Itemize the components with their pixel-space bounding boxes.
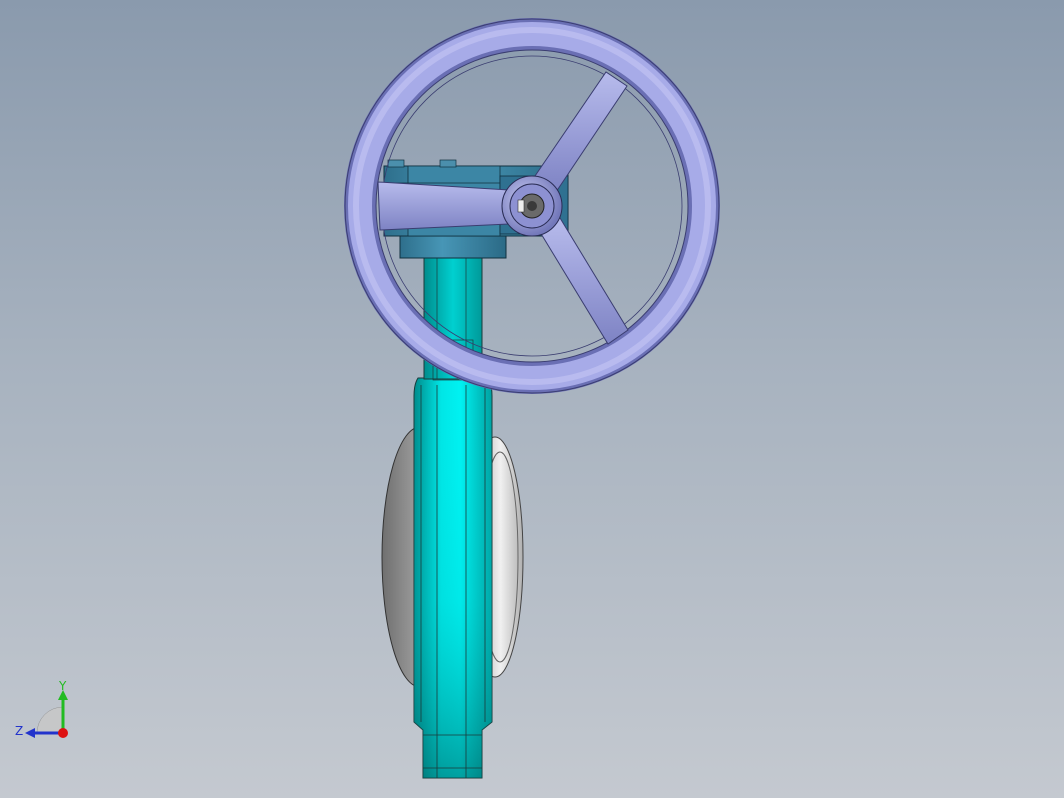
cad-viewport[interactable]	[0, 0, 1064, 798]
y-axis-label: Y	[58, 679, 67, 693]
z-axis-label: Z	[15, 724, 23, 738]
handwheel-hub	[501, 175, 563, 237]
valve-body	[413, 377, 493, 779]
x-axis-dot	[58, 728, 68, 738]
coordinate-triad: Y Z	[15, 679, 68, 738]
handwheel[interactable]	[344, 18, 720, 394]
